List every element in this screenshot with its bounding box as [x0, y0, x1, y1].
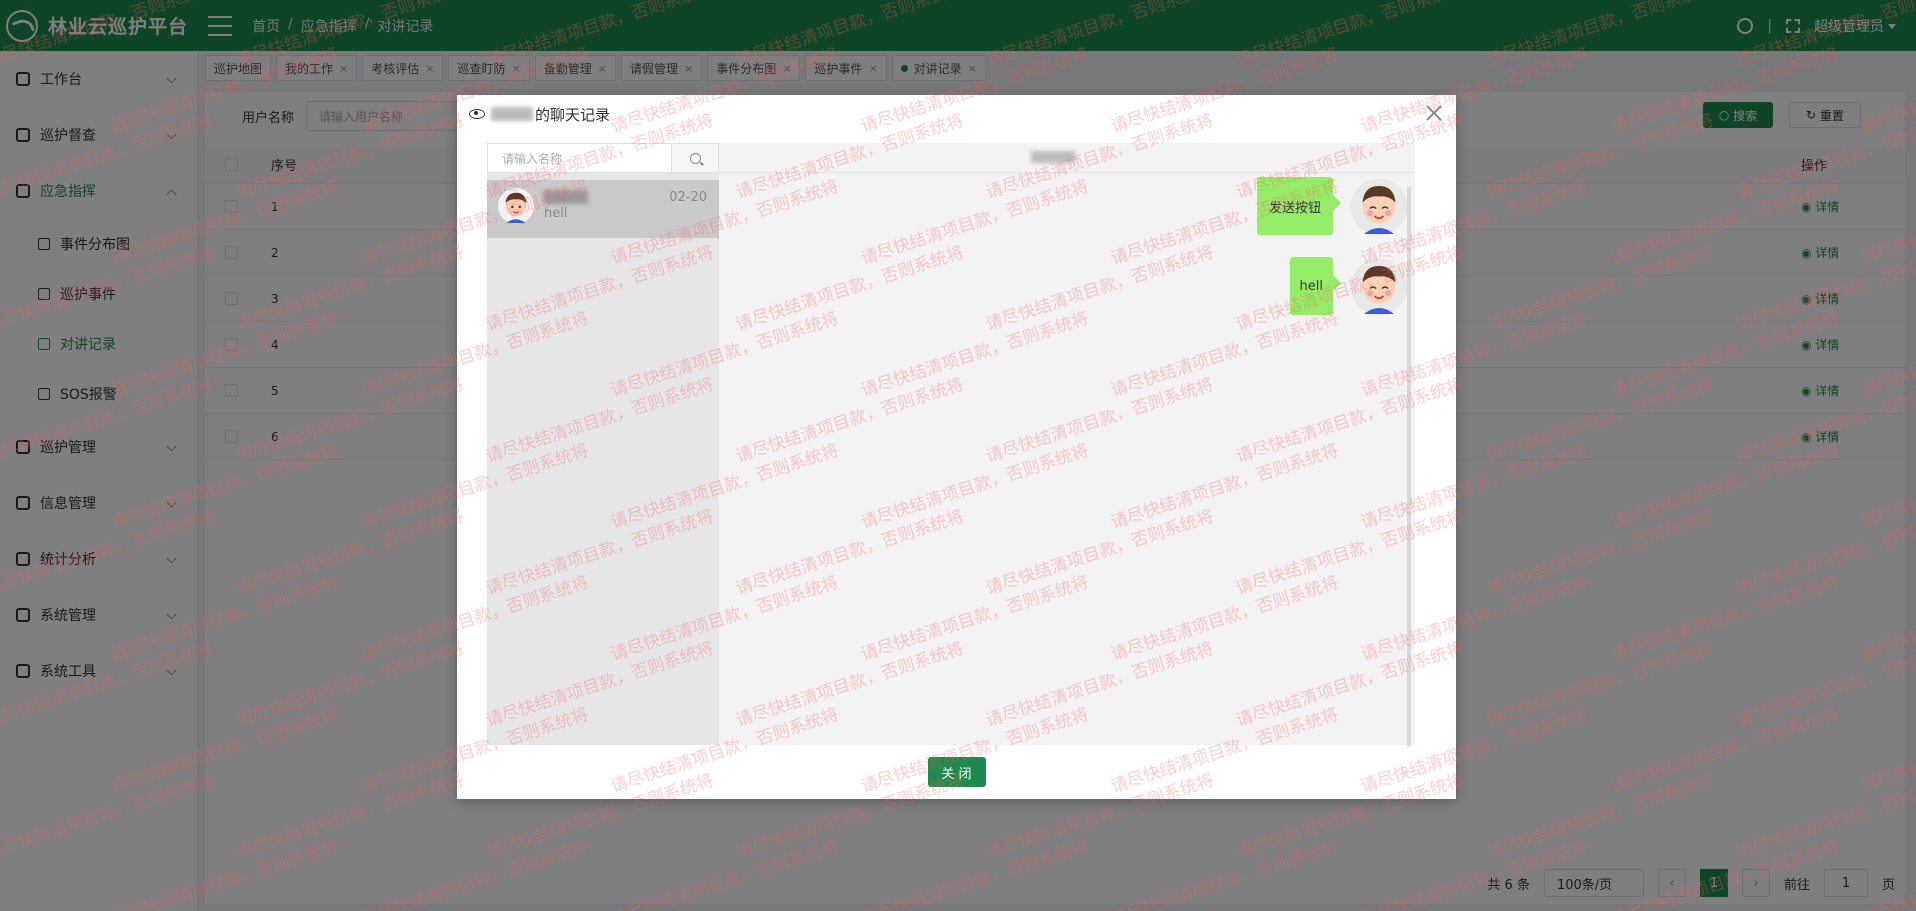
avatar-icon — [1350, 258, 1408, 316]
chat-scrollbar[interactable] — [1407, 187, 1411, 747]
contact-item[interactable]: hell 02-20 — [487, 180, 719, 238]
eye-icon — [469, 109, 485, 119]
dialog-header: 的聊天记录 — [457, 95, 1456, 133]
message-bubble: hell — [1289, 257, 1342, 315]
contact-list: 请输入名称 hell 02-20 — [487, 143, 719, 745]
contact-time: 02-20 — [669, 190, 707, 205]
contact-last-message: hell — [544, 206, 568, 221]
close-icon[interactable] — [1424, 103, 1444, 123]
chat-header — [719, 143, 1415, 173]
search-icon — [689, 152, 701, 164]
contact-search-input[interactable]: 请输入名称 — [488, 144, 672, 172]
contact-search: 请输入名称 — [487, 143, 719, 173]
avatar-icon — [1350, 178, 1408, 236]
chat-body: 请输入名称 hell 02-20 发送按钮 hell — [487, 143, 1415, 747]
redacted-contact-name — [544, 190, 588, 204]
message-row: hell — [1289, 257, 1409, 317]
avatar-icon — [497, 187, 535, 225]
message-row: 发送按钮 — [1256, 177, 1409, 237]
redacted-chat-title — [1031, 151, 1075, 163]
dialog-title: 的聊天记录 — [535, 105, 611, 124]
close-button[interactable]: 关 闭 — [927, 757, 986, 787]
chat-history-dialog: 的聊天记录 请输入名称 hell 02-20 发送按钮 hell 关 闭 — [457, 95, 1456, 799]
redacted-username — [491, 107, 533, 121]
dialog-footer: 关 闭 — [457, 745, 1456, 799]
contact-search-button[interactable] — [672, 144, 718, 172]
message-bubble: 发送按钮 — [1256, 177, 1342, 235]
